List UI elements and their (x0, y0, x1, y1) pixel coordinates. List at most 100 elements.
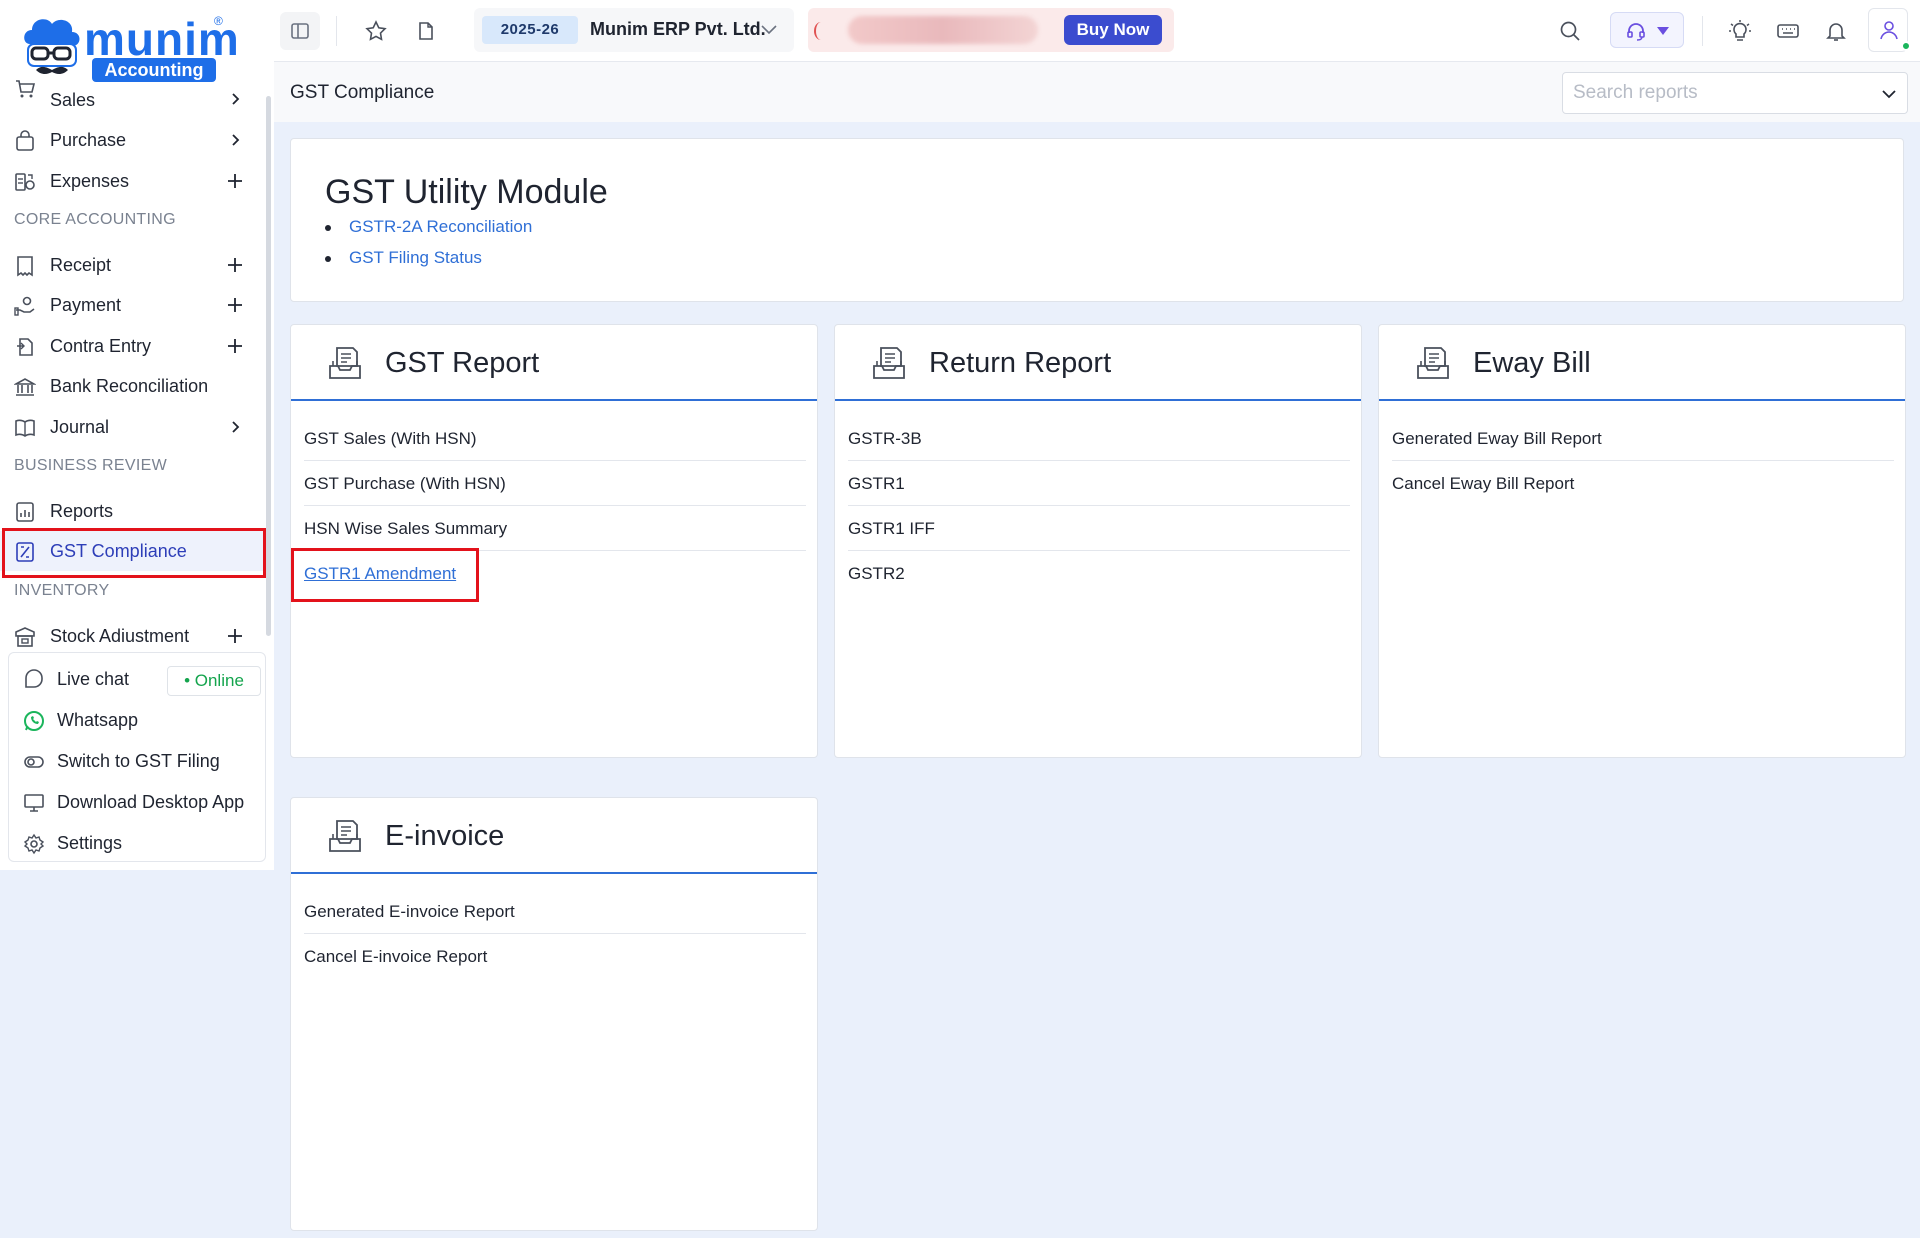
report-link-label: GST Sales (With HSN) (304, 429, 477, 448)
settings-item[interactable]: Settings (9, 823, 265, 863)
sidebar-item-label: Bank Reconciliation (50, 376, 209, 396)
toolbar-divider (1702, 16, 1703, 46)
chevron-right-icon[interactable] (226, 418, 244, 436)
report-link-label: GST Purchase (With HSN) (304, 474, 506, 493)
user-icon (1880, 21, 1898, 40)
highlight-annotation-gst-compliance (2, 528, 266, 578)
report-tray-icon (329, 820, 361, 852)
report-link-label: Generated E-invoice Report (304, 902, 515, 921)
sidebar-item-bank-reconciliation[interactable]: Bank Reconciliation (0, 366, 264, 406)
notes-button[interactable] (406, 12, 446, 50)
section-heading-core-accounting: CORE ACCOUNTING (14, 211, 176, 228)
sidebar-item-receipt[interactable]: Receipt (0, 245, 264, 285)
sidebar-item-purchase[interactable]: Purchase (0, 120, 264, 160)
gstr-2a-reconciliation-link[interactable]: GSTR-2A Reconciliation (349, 217, 532, 237)
plus-icon[interactable] (226, 172, 244, 190)
chevron-right-icon[interactable] (226, 90, 244, 108)
report-link-hsn-wise-sales-summary[interactable]: HSN Wise Sales Summary (304, 506, 806, 551)
online-status-badge: • Online (167, 666, 261, 696)
plus-icon[interactable] (226, 296, 244, 314)
whatsapp-item[interactable]: Whatsapp (9, 700, 265, 740)
trial-banner: Buy Now (808, 8, 1174, 52)
sidebar-item-label: Receipt (50, 255, 112, 275)
receipt-icon (17, 256, 33, 277)
report-link-gstr2[interactable]: GSTR2 (848, 551, 1350, 596)
chat-bubble-icon (25, 669, 43, 688)
tips-button[interactable] (1720, 12, 1760, 50)
sidebar-item-expenses[interactable]: Expenses (0, 161, 264, 201)
card-header: E-invoice (291, 798, 817, 874)
notifications-button[interactable] (1816, 12, 1856, 50)
report-tray-icon (329, 347, 361, 379)
switch-gst-filing-label: Switch to GST Filing (57, 751, 220, 771)
switch-gst-filing-item[interactable]: Switch to GST Filing (9, 741, 265, 781)
sidebar-item-label: Contra Entry (50, 336, 152, 356)
logo-mascot-icon (24, 19, 80, 74)
search-icon (1560, 21, 1580, 41)
card-title: Return Report (929, 347, 1112, 379)
report-link-cancel-einvoice[interactable]: Cancel E-invoice Report (304, 934, 806, 979)
gst-utility-title: GST Utility Module (325, 173, 608, 211)
cart-icon (16, 80, 36, 98)
report-link-gst-sales-with-hsn[interactable]: GST Sales (With HSN) (304, 416, 806, 461)
shopping-bag-icon (16, 130, 34, 151)
report-link-gst-purchase-with-hsn[interactable]: GST Purchase (With HSN) (304, 461, 806, 506)
report-link-label: GSTR1 (848, 474, 905, 493)
report-link-gstr1[interactable]: GSTR1 (848, 461, 1350, 506)
chevron-down-icon (1882, 90, 1896, 99)
live-chat-label: Live chat (57, 669, 130, 689)
card-title: E-invoice (385, 820, 505, 852)
report-link-generated-eway-bill[interactable]: Generated Eway Bill Report (1392, 416, 1894, 461)
keyboard-shortcuts-button[interactable] (1768, 12, 1808, 50)
report-link-gstr1-iff[interactable]: GSTR1 IFF (848, 506, 1350, 551)
sidebar-item-journal[interactable]: Journal (0, 407, 264, 447)
download-desktop-app-item[interactable]: Download Desktop App (9, 782, 265, 822)
document-icon (419, 22, 433, 40)
bell-icon (1826, 23, 1846, 41)
card-title: GST Report (385, 347, 540, 379)
sidebar-item-label: Purchase (50, 130, 127, 150)
bank-icon (14, 378, 36, 396)
sidebar-item-payment[interactable]: Payment (0, 285, 264, 325)
plus-icon[interactable] (226, 256, 244, 274)
online-status-dot (1901, 41, 1911, 51)
buy-now-button[interactable]: Buy Now (1064, 15, 1162, 45)
stock-icon (15, 627, 35, 647)
munim-logo[interactable]: munim ® Accounting (18, 12, 239, 90)
trial-progress-icon (814, 22, 828, 40)
company-name: Munim ERP Pvt. Ltd. (590, 19, 766, 39)
user-profile-button[interactable] (1868, 8, 1911, 52)
sidebar-item-contra-entry[interactable]: Contra Entry (0, 326, 264, 366)
gst-filing-status-link[interactable]: GST Filing Status (349, 248, 482, 268)
plus-icon[interactable] (226, 627, 244, 645)
search-reports-select[interactable] (1562, 72, 1908, 114)
report-link-gstr-3b[interactable]: GSTR-3B (848, 416, 1350, 461)
sidebar-item-reports[interactable]: Reports (0, 491, 264, 531)
whatsapp-label: Whatsapp (57, 710, 139, 730)
chevron-right-icon[interactable] (226, 131, 244, 149)
sidebar-item-sales[interactable]: Sales (0, 80, 264, 114)
gst-utility-card: GST Utility Module GSTR-2A Reconciliatio… (290, 138, 1904, 302)
sidebar-toggle-icon (291, 23, 309, 39)
sidebar-item-label: Stock Adiustment (50, 626, 190, 646)
financial-year-badge: 2025-26 (482, 16, 578, 44)
sidebar-item-stock-adjustment[interactable]: Stock Adiustment (0, 616, 264, 652)
company-selector[interactable]: 2025-26 Munim ERP Pvt. Ltd. (474, 8, 794, 52)
sidebar-item-label: Reports (50, 501, 114, 521)
book-open-icon (15, 419, 35, 437)
support-dropdown-button[interactable] (1610, 12, 1684, 48)
plus-icon[interactable] (226, 337, 244, 355)
search-reports-input[interactable] (1573, 81, 1863, 105)
favorites-button[interactable] (356, 12, 396, 50)
sidebar-scrollbar[interactable] (266, 96, 271, 636)
expenses-icon (15, 173, 35, 191)
sidebar-toggle-button[interactable] (280, 12, 320, 50)
top-bar: 2025-26 Munim ERP Pvt. Ltd. Buy Now (274, 0, 1920, 62)
monitor-icon (24, 794, 44, 812)
report-link-label: GSTR2 (848, 564, 905, 583)
live-chat-item[interactable]: Live chat • Online (9, 659, 265, 699)
report-link-generated-einvoice[interactable]: Generated E-invoice Report (304, 889, 806, 934)
report-link-label: Cancel Eway Bill Report (1392, 474, 1575, 493)
report-link-cancel-eway-bill[interactable]: Cancel Eway Bill Report (1392, 461, 1894, 506)
global-search-button[interactable] (1550, 12, 1590, 50)
